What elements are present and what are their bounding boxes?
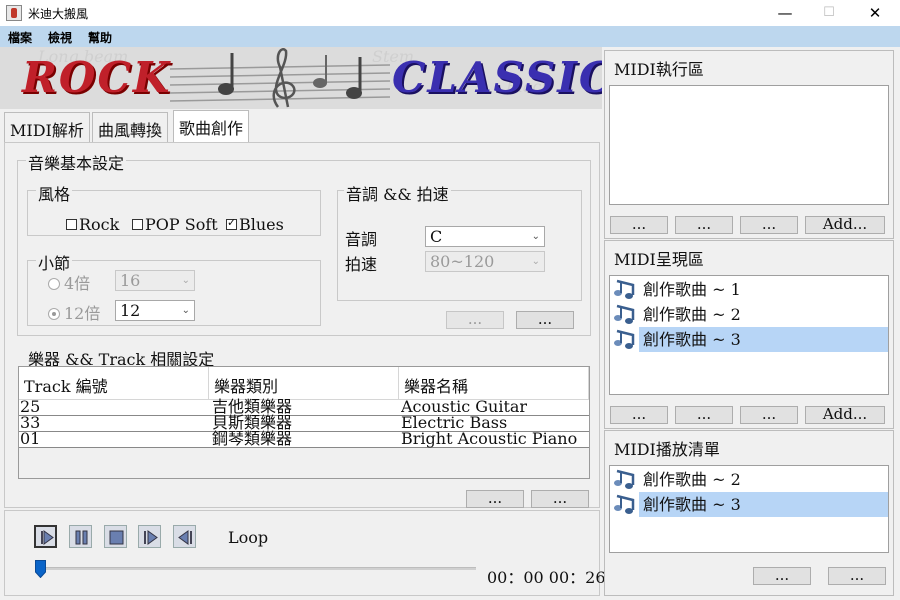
midi-display-button-1[interactable]: ... <box>610 406 668 424</box>
table-row[interactable]: 01 鋼琴類樂器 Bright Acoustic Piano <box>19 430 589 448</box>
step-forward-icon <box>144 530 158 545</box>
checkbox-box[interactable] <box>226 216 237 230</box>
chevron-down-icon: ⌄ <box>531 256 540 267</box>
key-select[interactable]: C ⌄ <box>425 226 545 247</box>
midi-display-list[interactable]: 創作歌曲 ~ 1 創作歌曲 ~ 2 創作歌曲 ~ 3 <box>609 275 889 395</box>
midi-exec-button-2[interactable]: ... <box>675 216 733 234</box>
chevron-down-icon: ⌄ <box>181 275 190 286</box>
loop-label[interactable]: Loop <box>228 528 268 547</box>
blues-checkbox[interactable]: Blues <box>226 215 284 234</box>
measure-4x-radio[interactable]: 4倍 <box>48 270 90 294</box>
midi-exec-add-button[interactable]: Add... <box>805 216 885 234</box>
play-icon <box>41 530 54 545</box>
tab-midi-parse[interactable]: MIDI解析 <box>4 112 90 142</box>
table-cell: 鋼琴類樂器 <box>212 430 293 448</box>
midi-playlist-button-1[interactable]: ... <box>753 567 811 585</box>
banner-image: Long beam Stem Black ROCK CLASSIC <box>0 47 602 109</box>
close-button[interactable]: ✕ <box>852 0 898 26</box>
maximize-button[interactable]: ☐ <box>806 0 852 26</box>
midi-display-button-2[interactable]: ... <box>675 406 733 424</box>
chevron-down-icon: ⌄ <box>531 231 540 242</box>
measure-12x-select[interactable]: 12 ⌄ <box>115 300 195 321</box>
midi-display-title: MIDI呈現區 <box>614 250 704 269</box>
stop-button[interactable] <box>104 525 127 548</box>
music-note-icon <box>614 279 635 299</box>
instrument-button-b[interactable]: ... <box>531 490 589 508</box>
rock-checkbox[interactable]: Rock <box>66 215 119 234</box>
instrument-button-a[interactable]: ... <box>466 490 524 508</box>
java-app-icon <box>6 5 22 21</box>
checkbox-box[interactable] <box>66 219 77 230</box>
settings-button-b[interactable]: ... <box>516 311 574 329</box>
midi-display-button-3[interactable]: ... <box>740 406 798 424</box>
instrument-table: Track 編號 樂器類別 樂器名稱 25 吉他類樂器 Acoustic Gui… <box>18 366 590 479</box>
music-note-icon <box>614 469 635 489</box>
midi-exec-list[interactable] <box>609 85 889 205</box>
classic-logo-text: CLASSIC <box>392 53 602 102</box>
column-header-name[interactable]: 樂器名稱 <box>399 367 589 400</box>
music-note-icon <box>614 304 635 324</box>
midi-playlist-title: MIDI播放清單 <box>614 440 720 459</box>
key-tempo-title: 音調 && 拍速 <box>344 181 451 205</box>
list-item[interactable]: 創作歌曲 ~ 1 <box>613 277 888 302</box>
rewind-button[interactable] <box>173 525 196 548</box>
midi-exec-button-3[interactable]: ... <box>740 216 798 234</box>
radio-circle[interactable] <box>48 278 60 290</box>
midi-display-add-button[interactable]: Add... <box>805 406 885 424</box>
column-header-category[interactable]: 樂器類別 <box>209 367 399 400</box>
list-item-selected[interactable]: 創作歌曲 ~ 3 <box>613 327 888 352</box>
stop-icon <box>109 530 124 545</box>
midi-exec-title: MIDI執行區 <box>614 60 704 79</box>
menu-help[interactable]: 幫助 <box>88 29 112 46</box>
menu-view[interactable]: 檢視 <box>48 29 72 46</box>
progress-slider-track[interactable] <box>36 567 476 570</box>
time-readout: 00：00 00：26 <box>487 568 606 587</box>
measure-12x-radio[interactable]: 12倍 <box>48 300 100 324</box>
pause-icon <box>75 530 88 545</box>
midi-exec-button-1[interactable]: ... <box>610 216 668 234</box>
music-settings-title: 音樂基本設定 <box>26 150 127 174</box>
chevron-down-icon: ⌄ <box>181 305 190 316</box>
style-title: 風格 <box>36 181 73 205</box>
column-header-track[interactable]: Track 編號 <box>19 367 209 400</box>
measure-4x-select[interactable]: 16 ⌄ <box>115 270 195 291</box>
list-item[interactable]: 創作歌曲 ~ 2 <box>613 302 888 327</box>
music-staff-icon <box>170 48 390 108</box>
music-note-icon <box>614 494 635 514</box>
tempo-select[interactable]: 80~120 ⌄ <box>425 251 545 272</box>
table-cell: 01 <box>20 430 41 448</box>
window-title: 米迪大搬風 <box>28 7 89 21</box>
list-item-selected[interactable]: 創作歌曲 ~ 3 <box>613 492 888 517</box>
rock-logo-text: ROCK <box>22 53 172 102</box>
table-cell: Bright Acoustic Piano <box>401 430 578 448</box>
menu-file[interactable]: 檔案 <box>8 29 32 46</box>
settings-button-a[interactable]: ... <box>446 311 504 329</box>
pause-button[interactable] <box>69 525 92 548</box>
list-item[interactable]: 創作歌曲 ~ 2 <box>613 467 888 492</box>
tempo-label: 拍速 <box>345 255 378 274</box>
forward-button[interactable] <box>138 525 161 548</box>
step-back-icon <box>178 530 192 545</box>
music-note-icon <box>614 329 635 349</box>
menu-bar <box>0 26 900 47</box>
midi-playlist-button-2[interactable]: ... <box>828 567 886 585</box>
tab-song-create[interactable]: 歌曲創作 <box>173 110 250 143</box>
radio-circle[interactable] <box>48 308 60 320</box>
progress-slider-thumb[interactable] <box>35 560 46 578</box>
midi-playlist-list[interactable]: 創作歌曲 ~ 2 創作歌曲 ~ 3 <box>609 465 889 553</box>
play-button[interactable] <box>34 525 57 548</box>
minimize-button[interactable]: — <box>762 0 808 26</box>
key-label: 音調 <box>345 230 378 249</box>
tab-style-convert[interactable]: 曲風轉換 <box>92 112 169 142</box>
pop-soft-checkbox[interactable]: POP Soft <box>132 215 218 234</box>
checkbox-box[interactable] <box>132 219 143 230</box>
